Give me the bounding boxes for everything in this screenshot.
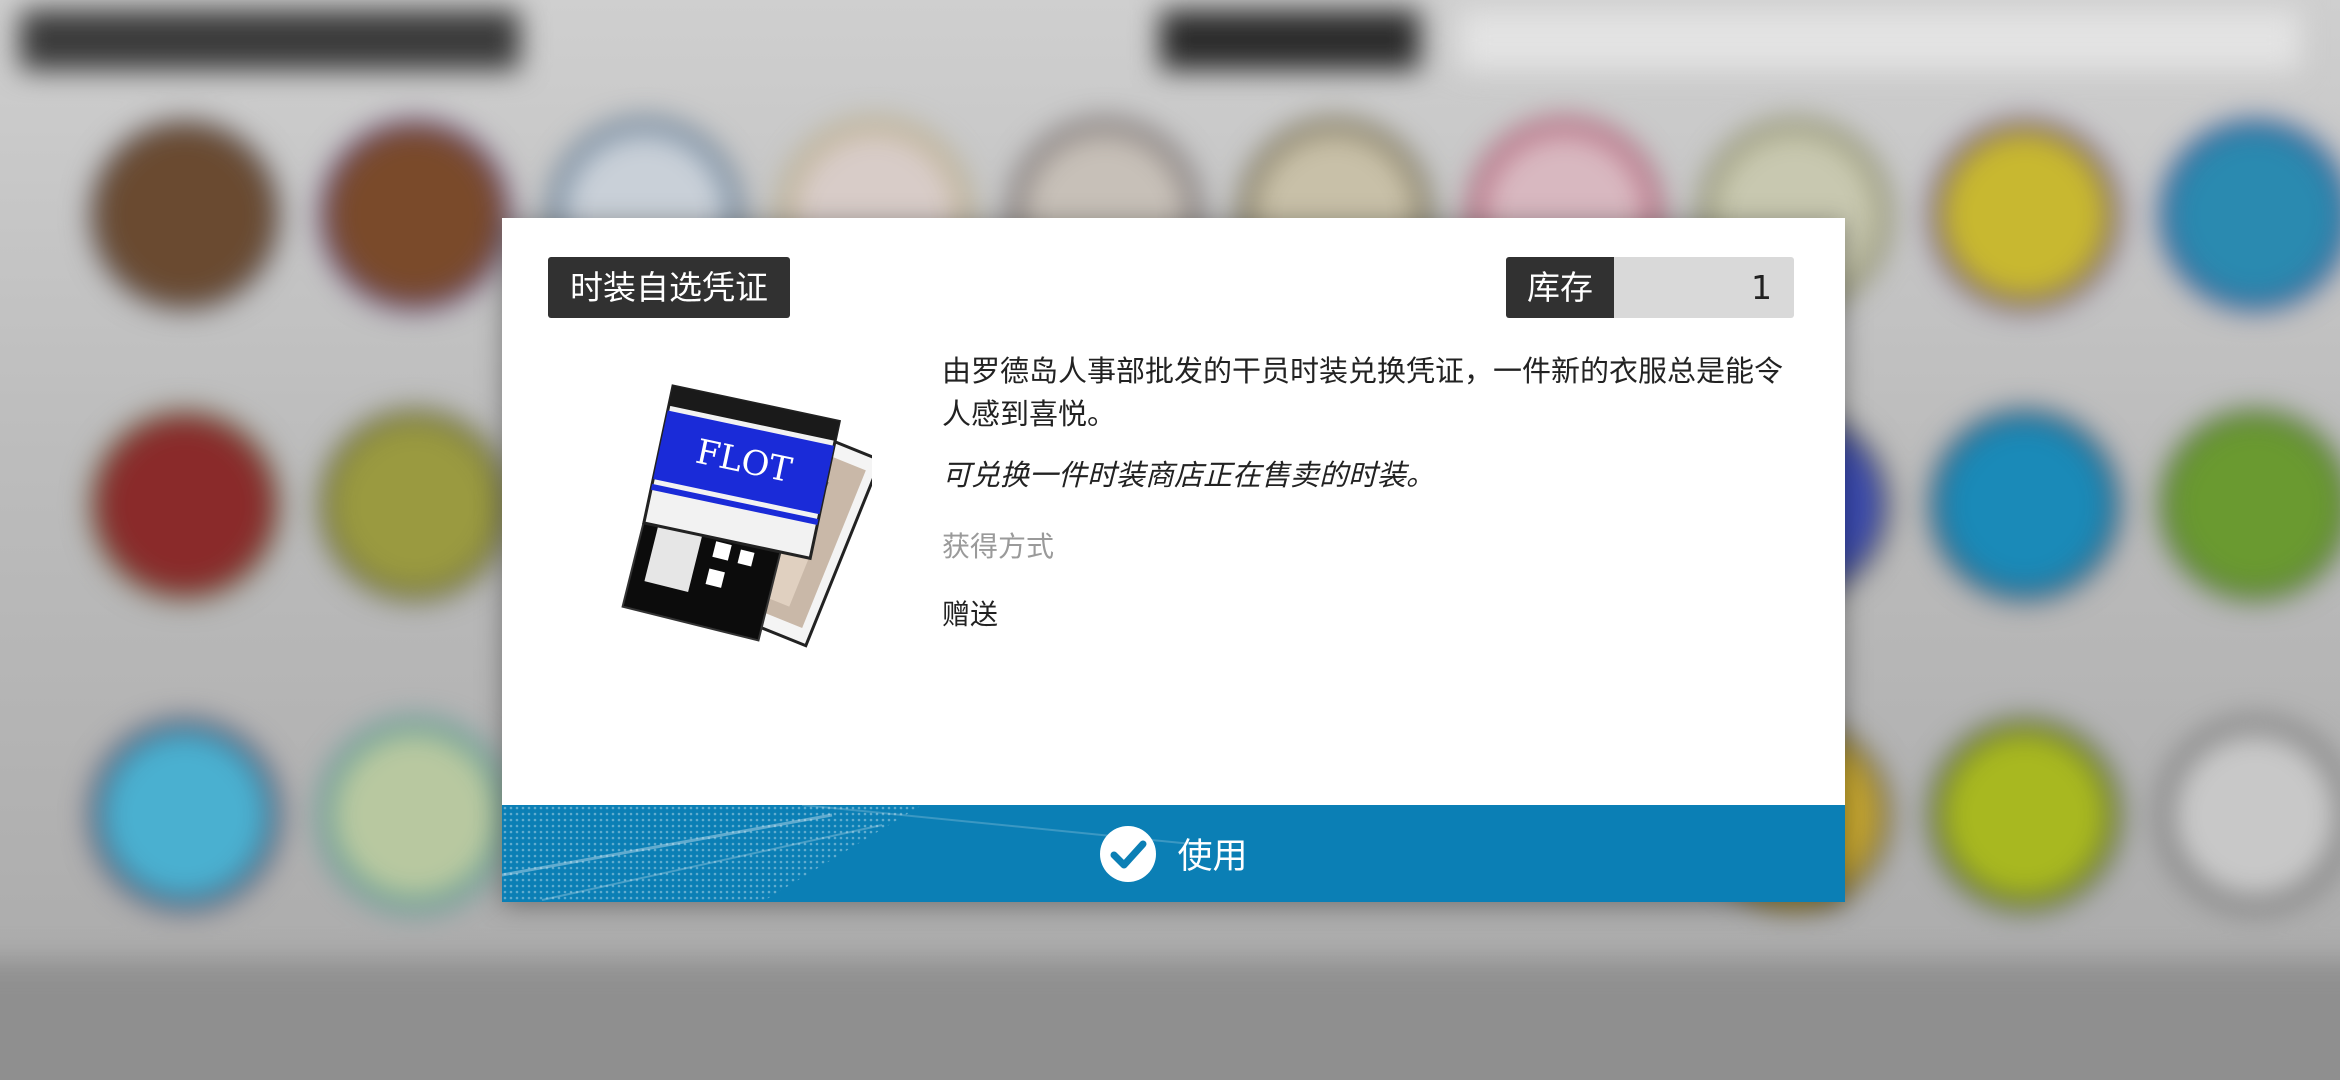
use-button-content[interactable]: 使用 <box>502 805 1845 902</box>
background-sort-button <box>1160 10 1420 70</box>
background-item-slot <box>1930 410 2120 600</box>
item-usage-note: 可兑换一件时装商店正在售卖的时装。 <box>942 458 1436 492</box>
background-item-slot <box>1930 120 2120 310</box>
background-item-slot <box>90 720 280 910</box>
background-item-slot <box>90 120 280 310</box>
stock-indicator: 库存 1 <box>1506 257 1794 318</box>
background-item-slot <box>90 410 280 600</box>
background-item-slot <box>2160 120 2340 310</box>
screen: 时装自选凭证 库存 1 FLOT 由罗德岛人事部批发的干员时装兑换凭证，一件新的… <box>0 0 2340 1080</box>
check-circle-icon <box>1100 825 1157 882</box>
background-bottom-strip <box>0 960 2340 1080</box>
background-item-slot <box>320 720 510 910</box>
stock-label: 库存 <box>1506 257 1614 318</box>
use-button[interactable]: 使用 <box>502 805 1845 902</box>
background-item-slot <box>320 410 510 600</box>
fashion-voucher-icon: FLOT <box>621 384 872 648</box>
background-filter-bar <box>1460 10 2300 70</box>
obtain-method-label: 获得方式 <box>942 530 1055 563</box>
background-item-slot <box>320 120 510 310</box>
background-topbar <box>20 10 520 70</box>
item-title: 时装自选凭证 <box>548 257 790 318</box>
item-detail-dialog: 时装自选凭证 库存 1 FLOT 由罗德岛人事部批发的干员时装兑换凭证，一件新的… <box>502 218 1845 902</box>
item-description: 由罗德岛人事部批发的干员时装兑换凭证，一件新的衣服总是能令人感到喜悦。 <box>942 354 1784 431</box>
item-description-block: 由罗德岛人事部批发的干员时装兑换凭证，一件新的衣服总是能令人感到喜悦。 可兑换一… <box>942 350 1802 633</box>
background-item-slot <box>1930 720 2120 910</box>
background-item-slot <box>2160 410 2340 600</box>
stock-count: 1 <box>1614 257 1794 318</box>
background-item-slot <box>2160 720 2340 910</box>
use-button-label: 使用 <box>1177 837 1248 877</box>
obtain-method-value: 赠送 <box>942 598 999 631</box>
